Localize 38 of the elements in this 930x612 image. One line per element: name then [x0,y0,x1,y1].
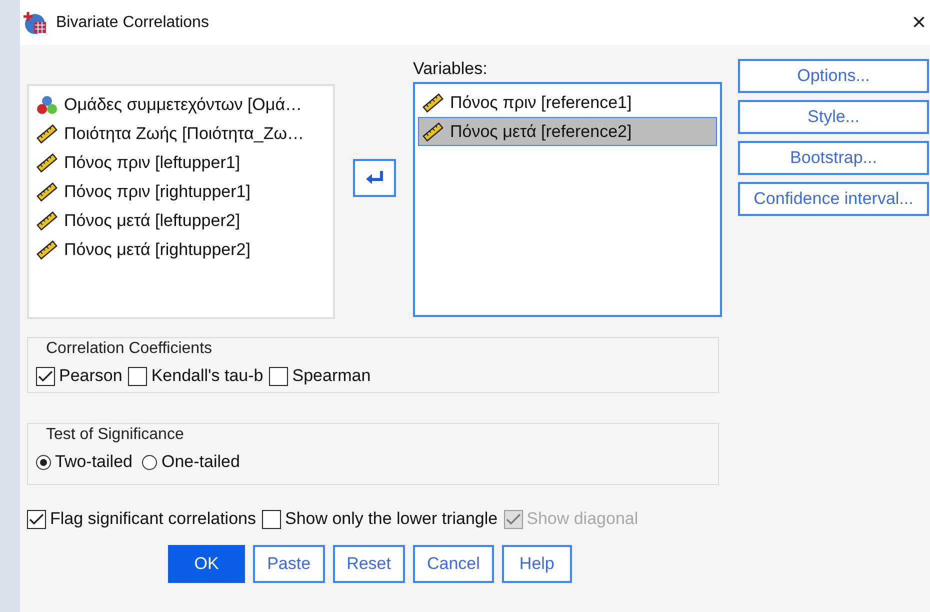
dialog-button[interactable]: Bootstrap... [738,141,929,175]
checkbox[interactable] [128,366,148,386]
checkbox[interactable] [269,366,288,386]
move-button[interactable] [352,159,396,197]
radio-label: Two-tailed [55,452,132,472]
dialog-button[interactable]: Cancel [412,545,494,583]
checkbox-label: Pearson [59,366,122,386]
dialog-button[interactable]: Confidence interval... [738,182,929,216]
radio-label: One-tailed [161,452,240,472]
variable-item[interactable]: Πόνος πριν [rightupper1] [32,177,330,206]
radio-button[interactable] [36,454,51,470]
dialog-button[interactable]: Help [502,545,572,583]
checkbox-label: Spearman [292,366,371,386]
dialog-button[interactable]: Options... [738,59,929,93]
dialog-button[interactable]: Style... [738,100,929,134]
dialog-button[interactable]: OK [168,545,246,583]
dialog-button[interactable]: Paste [253,545,325,583]
window-title: Bivariate Correlations [56,14,210,32]
checkbox-label: Flag significant correlations [50,509,256,529]
variable-item[interactable]: Πόνος μετά [leftupper2] [32,206,330,235]
checkbox-label: Show diagonal [526,509,638,529]
dialog-button[interactable]: Reset [332,545,405,583]
variable-item[interactable]: Πόνος μετά [reference2] [418,117,717,146]
variable-item[interactable]: Πόνος πριν [leftupper1] [32,148,330,177]
close-button[interactable]: × [912,8,930,36]
variable-item[interactable]: Ποιότητα Ζωής [Ποιότητα_Ζω… [32,119,330,148]
checkbox[interactable] [36,366,55,386]
radio-button[interactable] [142,454,158,470]
variable-item[interactable]: Πόνος πριν [reference1] [418,88,717,117]
variables-label: Variables: [413,59,488,79]
checkbox[interactable] [262,510,281,528]
checkbox-label: Kendall's tau-b [151,366,264,386]
variable-item[interactable]: Πόνος μετά [rightupper2] [32,235,330,264]
arrow-icon [365,170,383,186]
checkbox[interactable] [27,510,46,528]
checkbox-label: Show only the lower triangle [284,509,498,529]
variable-item[interactable]: Ομάδες συμμετεχόντων [Ομά… [32,90,330,119]
nominal-icon [36,94,58,114]
